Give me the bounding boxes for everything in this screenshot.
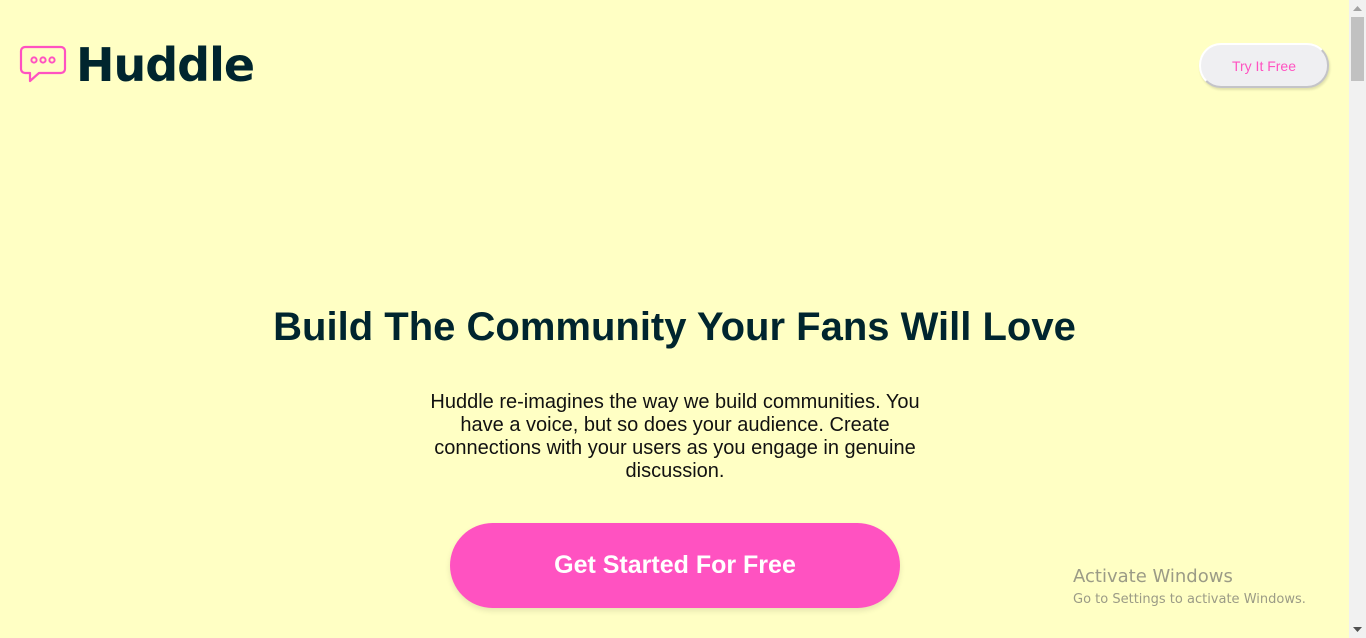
hero-description: Huddle re-imagines the way we build comm…	[430, 391, 920, 482]
scroll-up-arrow-icon[interactable]	[1349, 0, 1366, 17]
logo-text: Huddle	[76, 38, 255, 92]
chat-bubble-icon	[19, 45, 67, 83]
scroll-down-arrow-icon[interactable]	[1349, 621, 1366, 638]
watermark-subtitle: Go to Settings to activate Windows.	[1073, 592, 1306, 607]
scrollbar-thumb[interactable]	[1351, 17, 1364, 81]
page: Huddle Try It Free Build The Community Y…	[0, 0, 1349, 638]
logo[interactable]: Huddle	[19, 38, 255, 92]
vertical-scrollbar[interactable]	[1349, 0, 1366, 638]
activate-windows-watermark: Activate Windows Go to Settings to activ…	[1073, 566, 1306, 610]
get-started-button[interactable]: Get Started For Free	[450, 523, 900, 608]
watermark-title: Activate Windows	[1073, 566, 1233, 587]
hero-headline: Build The Community Your Fans Will Love	[273, 305, 1076, 349]
try-it-free-button[interactable]: Try It Free	[1199, 43, 1329, 88]
